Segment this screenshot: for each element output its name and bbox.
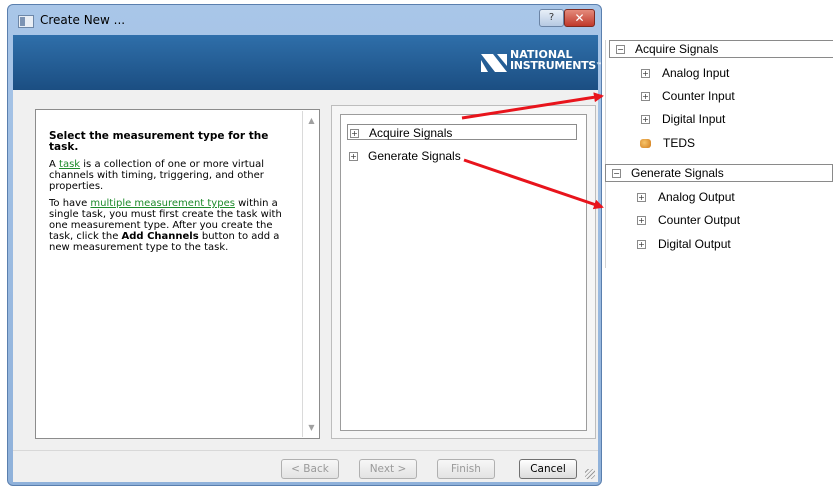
generate-signals-header[interactable]: − Generate Signals <box>605 164 833 182</box>
counter-output-item[interactable]: + Counter Output <box>635 211 740 229</box>
back-button[interactable]: < Back <box>281 459 339 479</box>
resize-grip-icon[interactable] <box>585 469 595 479</box>
expand-icon[interactable]: + <box>349 152 358 162</box>
teds-item[interactable]: TEDS <box>639 134 695 152</box>
info-paragraph-multiple: To have multiple measurement types withi… <box>49 198 299 253</box>
analog-input-item[interactable]: + Analog Input <box>639 64 729 82</box>
scroll-up-arrow-icon[interactable]: ▲ <box>305 114 318 127</box>
tree-item-label: Generate Signals <box>368 149 461 163</box>
measurement-tree: + Acquire Signals + Generate Signals <box>340 114 587 431</box>
digital-input-item[interactable]: + Digital Input <box>639 110 725 128</box>
item-label: Analog Output <box>658 190 735 204</box>
header-banner: NATIONAL INSTRUMENTS™ <box>13 35 602 90</box>
analog-output-item[interactable]: + Analog Output <box>635 188 735 206</box>
title-bar[interactable]: Create New ... ? ✕ <box>8 5 601 35</box>
dialog-footer: < Back Next > Finish Cancel <box>13 450 598 482</box>
info-text-fragment: A <box>49 159 60 170</box>
measurement-tree-panel: + Acquire Signals + Generate Signals <box>331 105 596 439</box>
info-panel: Select the measurement type for the task… <box>35 109 320 439</box>
multiple-measurement-types-link[interactable]: multiple measurement types <box>90 198 235 209</box>
info-paragraph-task: A task is a collection of one or more vi… <box>49 159 299 192</box>
group-header-label: Generate Signals <box>631 166 724 180</box>
scroll-down-arrow-icon[interactable]: ▼ <box>305 421 318 434</box>
close-button[interactable]: ✕ <box>564 9 595 27</box>
logo-line-2: INSTRUMENTS <box>510 59 596 72</box>
collapse-icon[interactable]: − <box>616 45 625 55</box>
acquire-signals-expanded: − Acquire Signals + Analog Input + Counter … <box>609 40 833 160</box>
item-label: Analog Input <box>662 66 730 80</box>
task-link[interactable]: task <box>59 159 80 170</box>
cancel-button[interactable]: Cancel <box>519 459 577 479</box>
finish-button[interactable]: Finish <box>437 459 495 479</box>
expand-icon[interactable]: + <box>641 92 650 102</box>
expand-icon[interactable]: + <box>637 193 646 203</box>
help-button[interactable]: ? <box>539 9 564 27</box>
add-channels-bold: Add Channels <box>121 231 199 242</box>
item-label: TEDS <box>663 136 696 150</box>
create-new-dialog: Create New ... ? ✕ NATIONAL INSTRUMENTS™… <box>7 4 602 486</box>
acquire-signals-header[interactable]: − Acquire Signals <box>609 40 833 58</box>
expand-icon[interactable]: + <box>641 69 650 79</box>
item-label: Counter Output <box>658 213 741 227</box>
counter-input-item[interactable]: + Counter Input <box>639 87 735 105</box>
logo-trademark: ™ <box>595 62 602 69</box>
tree-item-acquire-signals[interactable]: + Acquire Signals <box>347 124 577 140</box>
national-instruments-logo-icon: NATIONAL INSTRUMENTS™ <box>480 47 602 79</box>
info-text-fragment: is a collection of one or more virtual c… <box>49 159 264 192</box>
group-header-label: Acquire Signals <box>635 42 719 56</box>
expand-icon[interactable]: + <box>637 216 646 226</box>
tree-item-generate-signals[interactable]: + Generate Signals <box>347 148 461 164</box>
expand-icon[interactable]: + <box>637 240 646 250</box>
item-label: Digital Input <box>662 112 726 126</box>
dialog-content: Select the measurement type for the task… <box>13 90 598 450</box>
window-icon <box>18 15 34 28</box>
collapse-icon[interactable]: − <box>612 169 621 179</box>
digital-output-item[interactable]: + Digital Output <box>635 235 731 253</box>
next-button[interactable]: Next > <box>359 459 417 479</box>
expand-icon[interactable]: + <box>350 129 359 139</box>
window-title: Create New ... <box>40 13 126 27</box>
info-heading: Select the measurement type for the task… <box>49 130 269 153</box>
info-text-area: Select the measurement type for the task… <box>37 111 303 437</box>
tree-item-label: Acquire Signals <box>369 126 453 140</box>
item-label: Digital Output <box>658 237 731 251</box>
generate-signals-expanded: − Generate Signals + Analog Output + Counte… <box>605 164 833 264</box>
item-label: Counter Input <box>662 89 735 103</box>
info-text-fragment: To have <box>49 198 91 209</box>
teds-icon <box>640 139 651 149</box>
expand-icon[interactable]: + <box>641 115 650 125</box>
